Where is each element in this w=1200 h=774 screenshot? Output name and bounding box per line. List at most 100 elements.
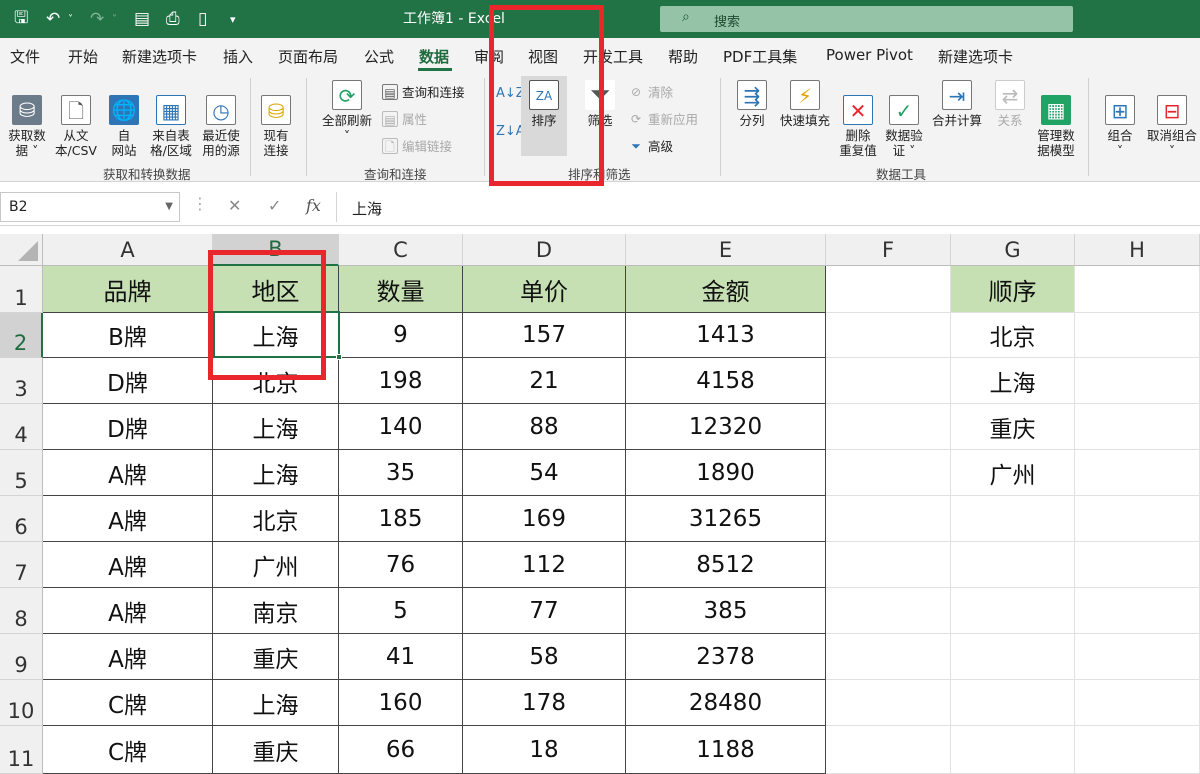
cell-f2[interactable]: [826, 313, 951, 358]
tab-insert[interactable]: 插入: [223, 46, 253, 67]
cell-e4[interactable]: 12320: [626, 404, 826, 450]
redo-icon[interactable]: ↷: [90, 8, 104, 30]
cell-e5[interactable]: 1890: [626, 450, 826, 496]
cell-h4[interactable]: [1075, 404, 1200, 450]
name-box[interactable]: B2 ▼: [0, 192, 180, 222]
cell-c5[interactable]: 35: [339, 450, 463, 496]
print-preview-icon[interactable]: ⎙: [166, 8, 180, 30]
cell-e11[interactable]: 1188: [626, 726, 826, 774]
tab-page-layout[interactable]: 页面布局: [278, 46, 338, 67]
clear-filter-button[interactable]: ⊘ 清除: [628, 82, 673, 101]
cell-a1[interactable]: 品牌: [43, 266, 213, 313]
cell-g5[interactable]: 广州: [951, 450, 1075, 496]
column-header-e[interactable]: E: [626, 234, 826, 266]
cell-f8[interactable]: [826, 588, 951, 634]
row-header-5[interactable]: 5: [0, 450, 43, 496]
text-to-columns-button[interactable]: ⇶ 分列: [732, 80, 772, 128]
cell-h6[interactable]: [1075, 496, 1200, 542]
cell-h8[interactable]: [1075, 588, 1200, 634]
group-button[interactable]: ⊞ 组合 ˅: [1100, 80, 1140, 158]
cell-g4[interactable]: 重庆: [951, 404, 1075, 450]
tab-new-tab-2[interactable]: 新建选项卡: [938, 46, 1013, 67]
cell-d5[interactable]: 54: [463, 450, 626, 496]
column-header-h[interactable]: H: [1075, 234, 1200, 266]
row-header-9[interactable]: 9: [0, 634, 43, 680]
tab-pdf-tools[interactable]: PDF工具集: [723, 46, 797, 67]
from-table-button[interactable]: ▦ 来自表 格/区域: [148, 80, 194, 158]
cell-b9[interactable]: 重庆: [213, 634, 339, 680]
form-icon[interactable]: ▤: [134, 8, 150, 30]
redo-dropdown-icon[interactable]: ˅: [112, 8, 117, 30]
cell-d11[interactable]: 18: [463, 726, 626, 774]
filter-button[interactable]: ⏷ 筛选: [580, 80, 620, 128]
advanced-filter-button[interactable]: ⏷ 高级: [628, 136, 673, 155]
cell-g8[interactable]: [951, 588, 1075, 634]
cell-a3[interactable]: D牌: [43, 358, 213, 404]
cell-g7[interactable]: [951, 542, 1075, 588]
cell-h7[interactable]: [1075, 542, 1200, 588]
cell-f10[interactable]: [826, 680, 951, 726]
cell-b10[interactable]: 上海: [213, 680, 339, 726]
column-header-f[interactable]: F: [826, 234, 951, 266]
queries-connections-button[interactable]: ▤ 查询和连接: [382, 82, 465, 101]
cell-a5[interactable]: A牌: [43, 450, 213, 496]
cell-f5[interactable]: [826, 450, 951, 496]
cell-b8[interactable]: 南京: [213, 588, 339, 634]
flash-fill-button[interactable]: ⚡ 快速填充: [776, 80, 834, 128]
cell-f7[interactable]: [826, 542, 951, 588]
cell-c2[interactable]: 9: [339, 313, 463, 358]
cell-f6[interactable]: [826, 496, 951, 542]
cell-d7[interactable]: 112: [463, 542, 626, 588]
row-header-7[interactable]: 7: [0, 542, 43, 588]
cell-b2[interactable]: 上海: [213, 313, 339, 358]
cell-g10[interactable]: [951, 680, 1075, 726]
cell-b11[interactable]: 重庆: [213, 726, 339, 774]
cell-g11[interactable]: [951, 726, 1075, 774]
pdf-icon[interactable]: ▯: [198, 8, 207, 30]
cell-h11[interactable]: [1075, 726, 1200, 774]
cell-a7[interactable]: A牌: [43, 542, 213, 588]
cell-g3[interactable]: 上海: [951, 358, 1075, 404]
cell-d10[interactable]: 178: [463, 680, 626, 726]
cell-a10[interactable]: C牌: [43, 680, 213, 726]
cell-c1[interactable]: 数量: [339, 266, 463, 313]
cell-f4[interactable]: [826, 404, 951, 450]
cell-h9[interactable]: [1075, 634, 1200, 680]
cell-c11[interactable]: 66: [339, 726, 463, 774]
cell-d9[interactable]: 58: [463, 634, 626, 680]
cell-f11[interactable]: [826, 726, 951, 774]
row-header-3[interactable]: 3: [0, 358, 43, 404]
column-header-a[interactable]: A: [43, 234, 213, 266]
cell-h1[interactable]: [1075, 266, 1200, 313]
cell-g1[interactable]: 顺序: [951, 266, 1075, 313]
cell-a9[interactable]: A牌: [43, 634, 213, 680]
cell-d3[interactable]: 21: [463, 358, 626, 404]
cell-d8[interactable]: 77: [463, 588, 626, 634]
row-header-10[interactable]: 10: [0, 680, 43, 726]
cell-a11[interactable]: C牌: [43, 726, 213, 774]
sort-button[interactable]: ZA 排序: [523, 80, 565, 128]
cell-a2[interactable]: B牌: [43, 313, 213, 358]
cell-f3[interactable]: [826, 358, 951, 404]
enter-icon[interactable]: ✓: [268, 196, 281, 215]
cell-a6[interactable]: A牌: [43, 496, 213, 542]
existing-connections-button[interactable]: ⛁ 现有 连接: [256, 80, 296, 158]
cell-e7[interactable]: 8512: [626, 542, 826, 588]
tab-new-tab[interactable]: 新建选项卡: [122, 46, 197, 67]
row-header-4[interactable]: 4: [0, 404, 43, 450]
data-validation-button[interactable]: ✓ 数据验 证 ˅: [882, 80, 926, 158]
cell-h5[interactable]: [1075, 450, 1200, 496]
get-data-button[interactable]: ⛁ 获取数 据 ˅: [4, 80, 50, 158]
cell-g6[interactable]: [951, 496, 1075, 542]
cell-h3[interactable]: [1075, 358, 1200, 404]
cell-e6[interactable]: 31265: [626, 496, 826, 542]
tab-view[interactable]: 视图: [528, 46, 558, 67]
cancel-icon[interactable]: ✕: [228, 196, 241, 215]
cell-c3[interactable]: 198: [339, 358, 463, 404]
properties-button[interactable]: ▤ 属性: [382, 109, 427, 128]
cell-c10[interactable]: 160: [339, 680, 463, 726]
column-header-g[interactable]: G: [951, 234, 1075, 266]
tab-power-pivot[interactable]: Power Pivot: [826, 46, 913, 64]
cell-b3[interactable]: 北京: [213, 358, 339, 404]
cell-c9[interactable]: 41: [339, 634, 463, 680]
